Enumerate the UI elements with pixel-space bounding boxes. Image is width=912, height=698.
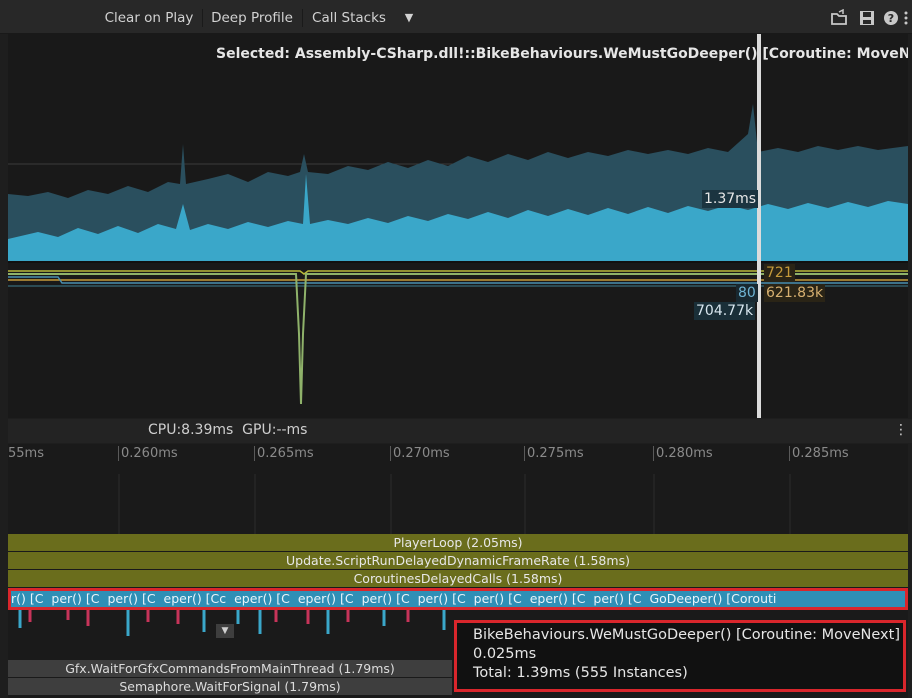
expand-group-icon[interactable]: ▼: [216, 624, 234, 638]
ruler-tick: 0.270ms: [390, 446, 450, 461]
deep-profile-button[interactable]: Deep Profile: [203, 8, 301, 28]
tooltip-self-time: 0.025ms: [473, 646, 537, 662]
cpu-value-label: 1.37ms: [702, 190, 759, 208]
profiler-toolbar: Clear on Play Deep Profile Call Stacks ▼…: [0, 0, 912, 34]
stat-label-704k: 704.77k: [694, 302, 756, 320]
tooltip-total: Total: 1.39ms (555 Instances): [473, 665, 688, 681]
sample-tooltip: BikeBehaviours.WeMustGoDeeper() [Corouti…: [454, 620, 906, 692]
coroutine-strip-label: r() [C per() [C per() [C eper() [Cc eper…: [11, 591, 777, 606]
ruler-tick: 0.285ms: [789, 446, 849, 461]
cpu-gpu-summary: CPU:8.39ms GPU:--ms: [148, 422, 308, 438]
ruler-tick: 0.275ms: [524, 446, 584, 461]
stat-label-621k: 621.83k: [764, 284, 826, 302]
coroutines-delayed-bar[interactable]: CoroutinesDelayedCalls (1.58ms): [8, 570, 908, 587]
selected-sample-label: Selected: Assembly-CSharp.dll!::BikeBeha…: [216, 46, 908, 62]
timeline-ruler[interactable]: 55ms 0.260ms 0.265ms 0.270ms 0.275ms 0.2…: [8, 444, 908, 474]
ruler-tick: 0.280ms: [653, 446, 713, 461]
stat-label-80: 80: [736, 284, 758, 302]
clear-on-play-button[interactable]: Clear on Play: [96, 8, 202, 28]
gfx-wait-bar[interactable]: Gfx.WaitForGfxCommandsFromMainThread (1.…: [8, 660, 452, 677]
cpu-usage-chart[interactable]: Selected: Assembly-CSharp.dll!::BikeBeha…: [8, 34, 908, 418]
ruler-tick: 55ms: [8, 446, 44, 461]
more-icon[interactable]: [900, 9, 912, 27]
ruler-tick: 0.265ms: [254, 446, 314, 461]
semaphore-wait-bar[interactable]: Semaphore.WaitForSignal (1.79ms): [8, 678, 452, 695]
call-stacks-dropdown-icon[interactable]: ▼: [396, 8, 422, 28]
load-icon[interactable]: [830, 8, 848, 27]
call-stacks-button[interactable]: Call Stacks: [303, 8, 395, 28]
selected-frame-marker: [757, 34, 761, 418]
cpu-chart-graphics: [8, 34, 908, 418]
stat-label-721: 721: [764, 264, 795, 282]
tooltip-sample-name: BikeBehaviours.WeMustGoDeeper() [Corouti…: [473, 627, 900, 643]
cpu-gpu-status-bar: CPU:8.39ms GPU:--ms ⋮: [8, 419, 912, 443]
ruler-tick: 0.260ms: [118, 446, 178, 461]
help-icon[interactable]: ?: [882, 9, 900, 27]
coroutine-selection-highlight[interactable]: r() [C per() [C per() [C eper() [Cc eper…: [8, 588, 908, 610]
status-more-icon[interactable]: ⋮: [894, 422, 908, 438]
update-script-bar[interactable]: Update.ScriptRunDelayedDynamicFrameRate …: [8, 552, 908, 569]
save-icon[interactable]: [858, 9, 876, 27]
svg-text:?: ?: [888, 12, 894, 25]
player-loop-bar[interactable]: PlayerLoop (2.05ms): [8, 534, 908, 551]
